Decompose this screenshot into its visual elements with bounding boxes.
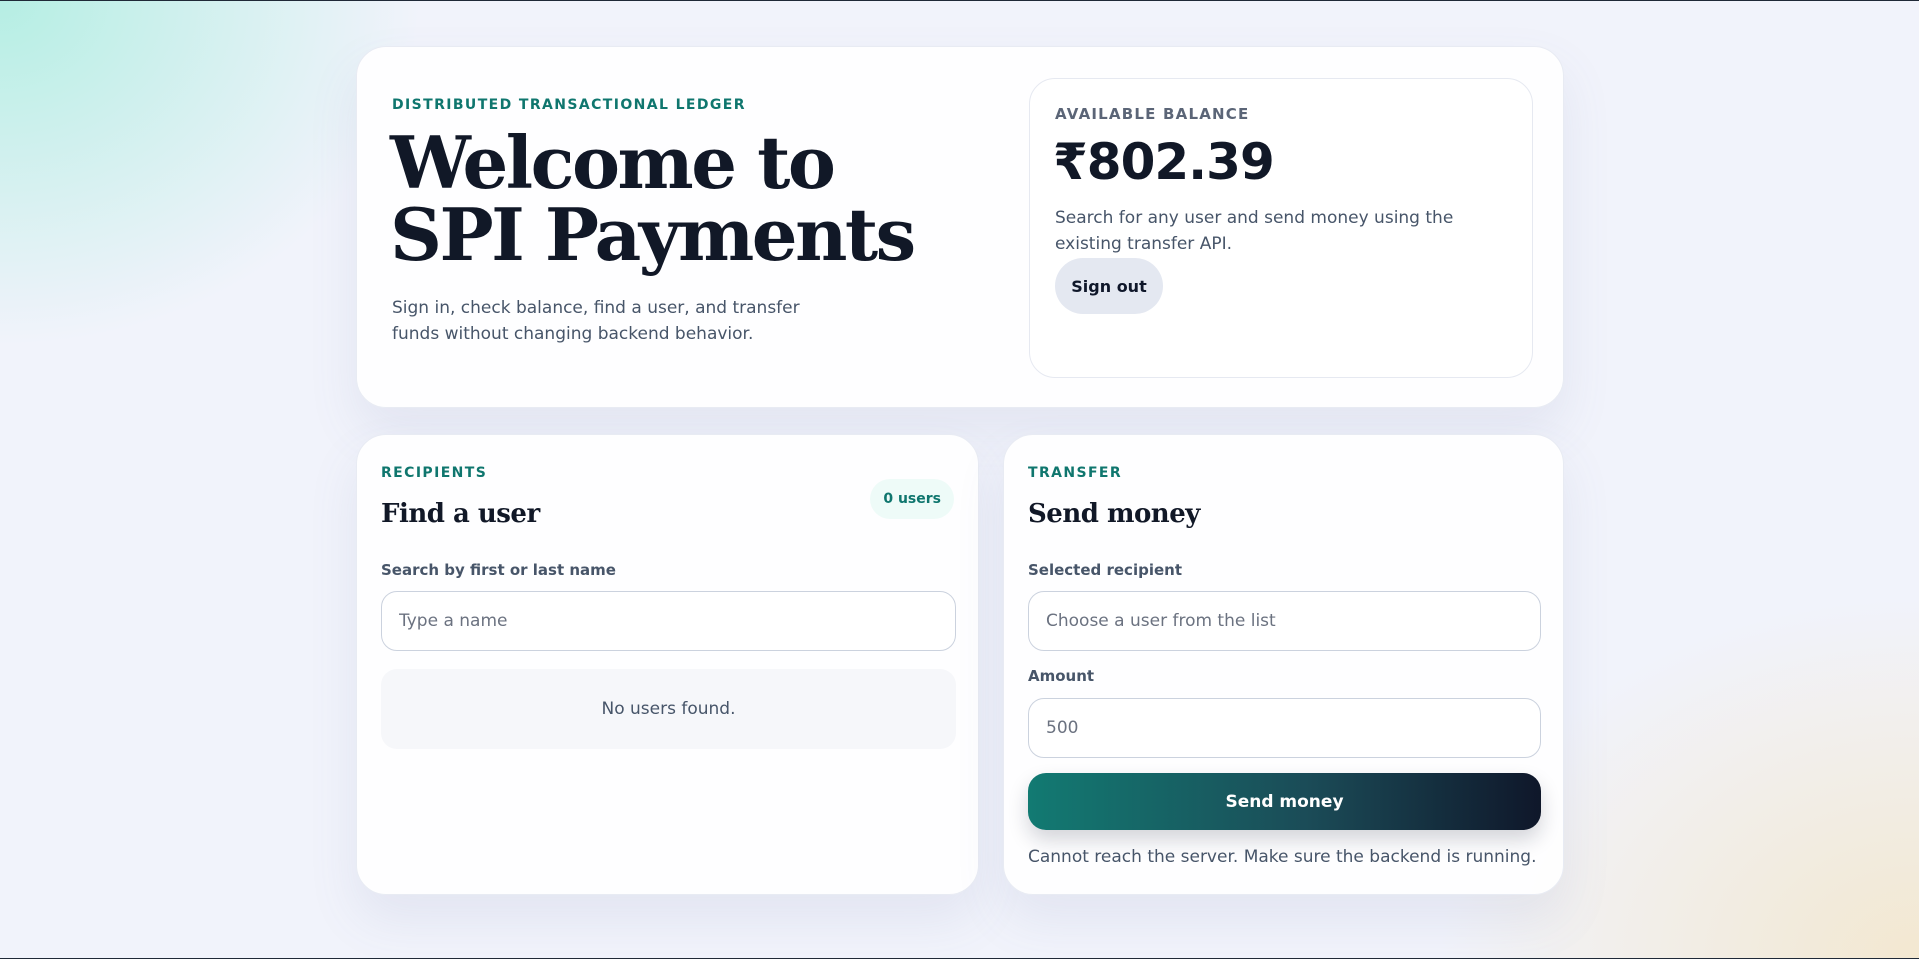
amount-field[interactable] bbox=[1028, 698, 1541, 758]
recipients-title: Find a user bbox=[381, 499, 540, 529]
empty-results: No users found. bbox=[381, 669, 956, 749]
hero-eyebrow: DISTRIBUTED TRANSACTIONAL LEDGER bbox=[392, 97, 746, 113]
search-label: Search by first or last name bbox=[381, 561, 616, 579]
balance-card: AVAILABLE BALANCE ₹802.39 Search for any… bbox=[1029, 78, 1533, 378]
sign-out-button[interactable]: Sign out bbox=[1055, 258, 1163, 314]
page-title: Welcome to SPI Payments bbox=[390, 127, 1010, 271]
recipients-eyebrow: RECIPIENTS bbox=[381, 465, 488, 481]
send-money-button[interactable]: Send money bbox=[1028, 773, 1541, 830]
status-message: Cannot reach the server. Make sure the b… bbox=[1028, 847, 1537, 867]
recipients-panel: RECIPIENTS Find a user 0 users Search by… bbox=[356, 434, 979, 895]
page-title-line-2: SPI Payments bbox=[390, 192, 916, 277]
balance-amount: ₹802.39 bbox=[1053, 133, 1275, 191]
hero-subtitle: Sign in, check balance, find a user, and… bbox=[392, 298, 800, 344]
balance-description: Search for any user and send money using… bbox=[1055, 208, 1454, 254]
recipient-field[interactable] bbox=[1028, 591, 1541, 651]
transfer-title: Send money bbox=[1028, 499, 1200, 529]
balance-label: AVAILABLE BALANCE bbox=[1055, 105, 1250, 123]
amount-label: Amount bbox=[1028, 667, 1095, 685]
transfer-panel: TRANSFER Send money Selected recipient A… bbox=[1003, 434, 1564, 895]
recipient-label: Selected recipient bbox=[1028, 561, 1182, 579]
user-search-input[interactable] bbox=[381, 591, 956, 651]
user-count-badge: 0 users bbox=[870, 479, 954, 519]
hero-card: DISTRIBUTED TRANSACTIONAL LEDGER Welcome… bbox=[356, 46, 1564, 408]
top-border bbox=[0, 0, 1919, 1]
transfer-eyebrow: TRANSFER bbox=[1028, 465, 1123, 481]
